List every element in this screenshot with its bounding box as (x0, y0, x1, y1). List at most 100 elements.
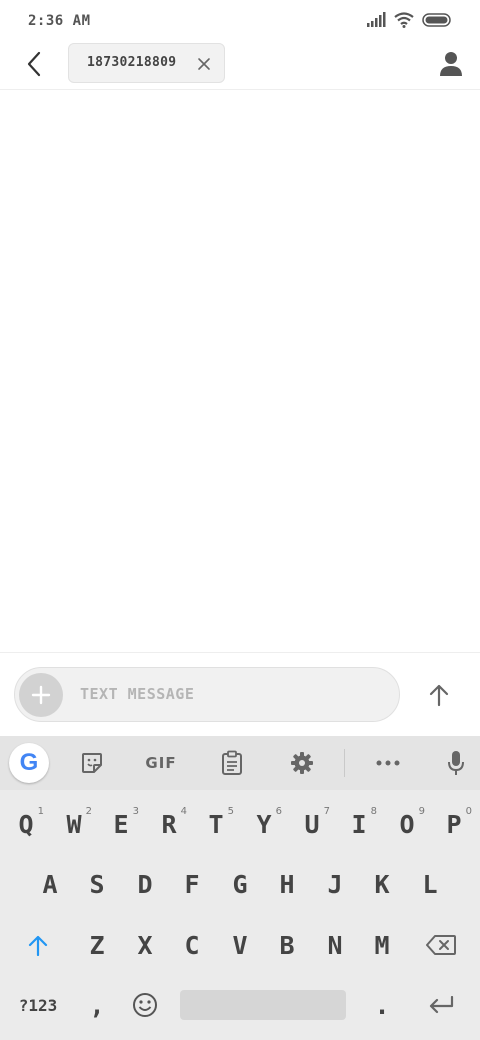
recipient-chip[interactable]: 18730218809 (68, 43, 225, 83)
key-u[interactable]: U7 (289, 798, 335, 850)
key-x[interactable]: X (122, 919, 168, 971)
key-label: A (42, 869, 58, 899)
message-placeholder: TEXT MESSAGE (80, 685, 195, 703)
gif-button[interactable]: GIF (138, 744, 184, 782)
key-m[interactable]: M (359, 919, 405, 971)
key-label: U (304, 809, 320, 839)
key-y[interactable]: Y6 (241, 798, 287, 850)
close-icon[interactable] (196, 56, 212, 72)
emoji-key[interactable] (122, 979, 168, 1031)
key-d[interactable]: D (122, 858, 168, 910)
key-label: R (161, 809, 177, 839)
sticker-button[interactable] (72, 744, 112, 782)
key-v[interactable]: V (217, 919, 263, 971)
key-l[interactable]: L (407, 858, 453, 910)
back-button[interactable] (18, 48, 50, 80)
key-hint: 6 (275, 806, 282, 817)
backspace-icon (426, 935, 456, 955)
voice-input-button[interactable] (436, 744, 476, 782)
google-icon: G (19, 749, 39, 776)
arrow-up-icon (28, 935, 48, 956)
add-contact-button[interactable] (436, 49, 466, 79)
key-label: I (351, 809, 367, 839)
key-hint: 7 (323, 806, 330, 817)
key-s[interactable]: S (74, 858, 120, 910)
keyboard-toolbar: G GIF (0, 736, 480, 790)
key-label: D (137, 869, 153, 899)
key-label: C (184, 930, 200, 960)
key-f[interactable]: F (169, 858, 215, 910)
key-label: S (89, 869, 105, 899)
backspace-key[interactable] (418, 919, 464, 971)
comma-key[interactable]: , (74, 979, 120, 1031)
sticker-icon (82, 753, 102, 773)
key-label: G (232, 869, 248, 899)
signal-icon (367, 12, 386, 27)
key-e[interactable]: E3 (98, 798, 144, 850)
key-label: M (374, 930, 390, 960)
key-hint: 3 (132, 806, 139, 817)
key-g[interactable]: G (217, 858, 263, 910)
key-o[interactable]: O9 (384, 798, 430, 850)
keyboard: G GIF Q 1 W 2 E 3 R 4 T 5 Y 6 U 7 I 8 O … (0, 736, 480, 1040)
key-hint: 4 (180, 806, 187, 817)
key-b[interactable]: B (264, 919, 310, 971)
enter-icon (429, 996, 454, 1014)
key-c[interactable]: C (169, 919, 215, 971)
attach-button[interactable] (19, 673, 63, 717)
period-key[interactable]: . (359, 979, 405, 1031)
key-label: X (137, 930, 153, 960)
gear-icon (291, 752, 313, 774)
enter-key[interactable] (418, 979, 464, 1031)
emoji-icon (133, 993, 157, 1017)
battery-icon (422, 13, 451, 27)
google-button[interactable]: G (9, 743, 49, 783)
key-label: T (208, 809, 224, 839)
key-label: L (422, 869, 438, 899)
key-hint: 1 (37, 806, 44, 817)
symbols-key[interactable]: ?123 (8, 979, 68, 1031)
key-q[interactable]: Q1 (3, 798, 49, 850)
key-hint: 9 (418, 806, 425, 817)
key-h[interactable]: H (264, 858, 310, 910)
key-w[interactable]: W2 (51, 798, 97, 850)
key-label: N (327, 930, 343, 960)
key-i[interactable]: I8 (336, 798, 382, 850)
key-r[interactable]: R4 (146, 798, 192, 850)
key-label: H (279, 869, 295, 899)
key-label: J (327, 869, 343, 899)
compose-area: TEXT MESSAGE (0, 652, 480, 736)
key-k[interactable]: K (359, 858, 405, 910)
key-a[interactable]: A (27, 858, 73, 910)
send-button[interactable] (420, 677, 458, 713)
key-label: W (66, 809, 82, 839)
message-input[interactable]: TEXT MESSAGE (14, 667, 400, 722)
key-hint: 8 (370, 806, 377, 817)
status-time: 2:36 AM (28, 13, 91, 29)
clipboard-button[interactable] (212, 744, 252, 782)
more-button[interactable] (368, 744, 408, 782)
chevron-left-icon (27, 51, 41, 77)
recipient-number: 18730218809 (87, 55, 177, 70)
key-hint: 0 (465, 806, 472, 817)
key-label: , (89, 990, 105, 1020)
key-t[interactable]: T5 (193, 798, 239, 850)
key-z[interactable]: Z (74, 919, 120, 971)
microphone-icon (448, 751, 464, 775)
key-label: P (446, 809, 462, 839)
status-icons (366, 12, 452, 28)
key-n[interactable]: N (312, 919, 358, 971)
key-label: V (232, 930, 248, 960)
key-j[interactable]: J (312, 858, 358, 910)
space-bar[interactable] (180, 990, 346, 1020)
conversation-header: 18730218809 (0, 42, 480, 90)
status-bar: 2:36 AM (0, 0, 480, 42)
settings-button[interactable] (282, 744, 322, 782)
plus-icon (31, 685, 51, 705)
shift-key[interactable] (15, 919, 61, 971)
key-label: B (279, 930, 295, 960)
key-label: Q (18, 809, 34, 839)
key-p[interactable]: P0 (431, 798, 477, 850)
key-label: O (399, 809, 415, 839)
key-label: ?123 (18, 995, 58, 1015)
